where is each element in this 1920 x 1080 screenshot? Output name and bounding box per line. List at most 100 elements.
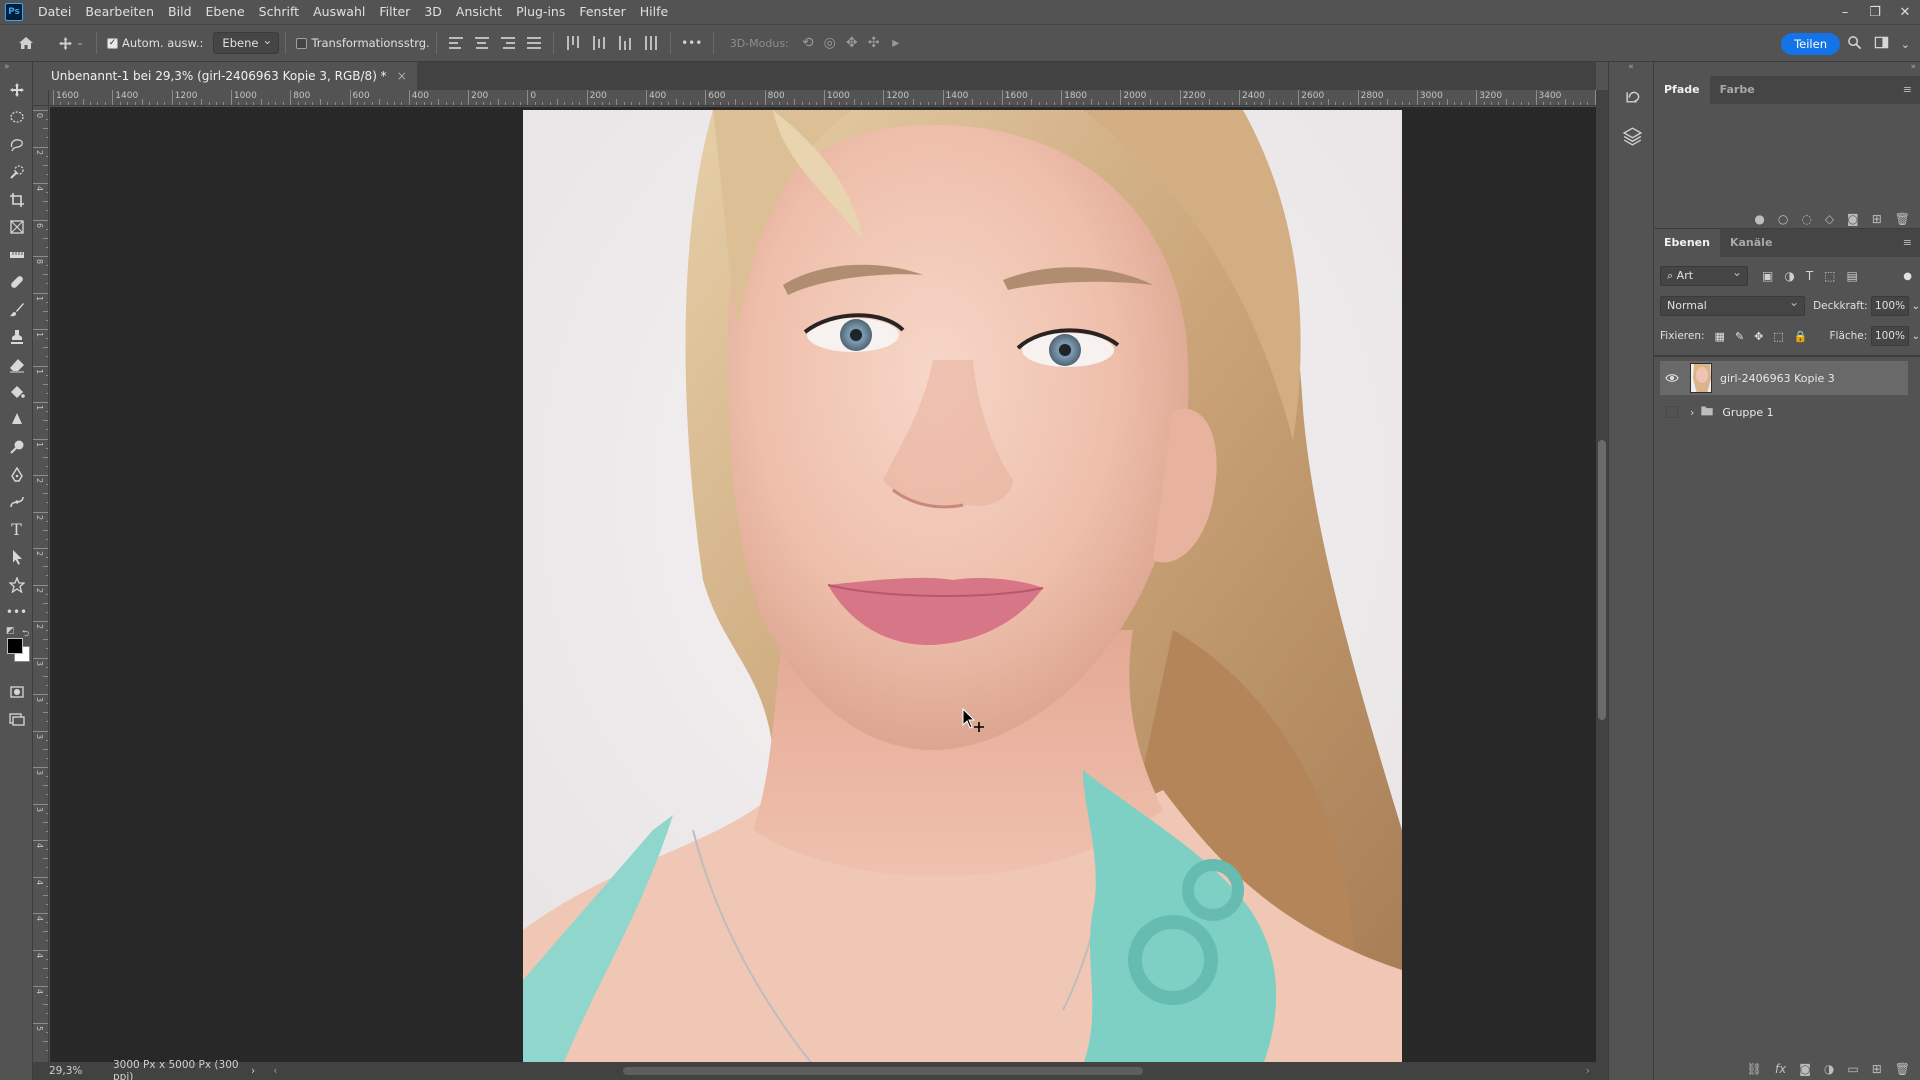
fill-path-icon[interactable]: ● [1754, 212, 1764, 226]
document-info[interactable]: 3000 Px x 5000 Px (300 ppi) [89, 1059, 247, 1080]
fill-field[interactable]: 100% [1871, 326, 1909, 346]
frame-tool-icon[interactable] [0, 214, 33, 242]
make-work-path-icon[interactable]: ◇ [1825, 212, 1834, 226]
menu-item-plugins[interactable]: Plug-ins [509, 0, 572, 24]
3d-pan-icon[interactable]: ✥ [841, 24, 863, 62]
close-window-icon[interactable]: ✕ [1890, 0, 1920, 24]
default-colors-icon[interactable]: ◩ [6, 626, 15, 636]
chevron-down-icon[interactable]: ⌄ [1912, 331, 1920, 342]
tab-pfade[interactable]: Pfade [1654, 76, 1710, 104]
visibility-empty-icon[interactable] [1660, 406, 1684, 418]
swap-colors-icon[interactable]: ⮌ [22, 626, 29, 642]
vertical-scrollbar[interactable] [1596, 90, 1608, 1062]
collapse-strip-icon[interactable]: « [1609, 62, 1653, 76]
menu-item-schrift[interactable]: Schrift [252, 0, 306, 24]
chevron-right-icon[interactable]: › [1690, 406, 1694, 419]
collapse-toolbar-icon[interactable]: » [0, 62, 32, 76]
filter-adjustment-icon[interactable]: ◑ [1784, 269, 1794, 283]
tab-ebenen[interactable]: Ebenen [1654, 229, 1720, 257]
menu-item-ansicht[interactable]: Ansicht [449, 0, 509, 24]
panel-menu-icon[interactable]: ≡ [1903, 83, 1912, 96]
search-icon[interactable] [1847, 35, 1862, 53]
move-tool-icon[interactable] [0, 76, 33, 104]
tab-kanaele[interactable]: Kanäle [1720, 229, 1782, 257]
lock-position-icon[interactable]: ✥ [1754, 330, 1763, 343]
workspace-icon[interactable] [1874, 35, 1889, 53]
align-vertical-center-icon[interactable] [586, 24, 612, 62]
add-mask-icon[interactable]: ◙ [1799, 1062, 1811, 1076]
vertical-ruler[interactable]: 0 2 4 6 8 1 1 1 1 1 2 2 2 2 2 3 3 3 3 3 4 4 4 4 4 5 [33, 106, 49, 1062]
stroke-path-icon[interactable]: ○ [1778, 212, 1788, 226]
3d-slide-icon[interactable]: ✣ [863, 24, 885, 62]
align-horizontal-center-icon[interactable] [469, 24, 495, 62]
clone-stamp-tool-icon[interactable] [0, 324, 33, 352]
foreground-color-swatch[interactable] [7, 638, 23, 654]
load-selection-icon[interactable]: ◌ [1801, 212, 1811, 226]
crop-tool-icon[interactable] [0, 186, 33, 214]
menu-item-ebene[interactable]: Ebene [199, 0, 252, 24]
filter-shape-icon[interactable]: ⬚ [1824, 269, 1835, 283]
more-options-icon[interactable]: ••• [677, 24, 707, 62]
distribute-vertical-icon[interactable] [521, 24, 547, 62]
minimize-icon[interactable]: – [1830, 0, 1860, 24]
menu-item-bild[interactable]: Bild [161, 0, 198, 24]
path-selection-tool-icon[interactable] [0, 544, 33, 572]
menu-item-hilfe[interactable]: Hilfe [633, 0, 675, 24]
chevron-right-icon[interactable]: › [251, 1065, 255, 1077]
document-tab[interactable]: Unbenannt-1 bei 29,3% (girl-2406963 Kopi… [41, 62, 417, 90]
lock-transparency-icon[interactable]: ▦ [1715, 330, 1725, 343]
filter-toggle-icon[interactable]: ● [1903, 271, 1912, 282]
zoom-level[interactable]: 29,3% [33, 1065, 89, 1077]
layer-filter-dropdown[interactable]: ⌕ Art [1660, 263, 1748, 286]
blend-mode-dropdown[interactable]: Normal [1660, 293, 1806, 316]
brush-tool-icon[interactable] [0, 296, 33, 324]
layer-row-gruppe-1[interactable]: › Gruppe 1 [1660, 395, 1920, 429]
lock-all-icon[interactable]: 🔒 [1794, 330, 1808, 343]
eraser-tool-icon[interactable] [0, 351, 33, 379]
menu-item-fenster[interactable]: Fenster [572, 0, 632, 24]
curvature-pen-tool-icon[interactable] [0, 489, 33, 517]
transform-controls-checkbox[interactable]: Transformationsstrg. [296, 36, 430, 50]
chevron-down-icon[interactable]: ⌄ [1901, 38, 1910, 51]
panel-menu-icon[interactable]: ≡ [1903, 236, 1912, 249]
layer-row-girl-kopie-3[interactable]: girl-2406963 Kopie 3 [1660, 361, 1908, 395]
ruler-origin[interactable] [33, 90, 49, 106]
layer-style-fx-icon[interactable]: fx [1775, 1062, 1786, 1076]
quick-mask-icon[interactable] [0, 678, 33, 706]
dodge-tool-icon[interactable] [0, 434, 33, 462]
share-button[interactable]: Teilen [1781, 33, 1840, 55]
align-right-icon[interactable] [495, 24, 521, 62]
visibility-eye-icon[interactable] [1660, 371, 1684, 385]
lock-pixels-icon[interactable]: ✎ [1735, 330, 1744, 343]
canvas-area[interactable] [50, 107, 1596, 1062]
marquee-tool-icon[interactable] [0, 104, 33, 132]
ruler-tool-icon[interactable] [0, 241, 33, 269]
add-mask-icon[interactable]: ◙ [1847, 212, 1859, 226]
align-left-icon[interactable] [443, 24, 469, 62]
layers-stack-icon[interactable] [1609, 116, 1655, 156]
new-group-icon[interactable]: ▭ [1847, 1062, 1858, 1076]
tab-farbe[interactable]: Farbe [1710, 76, 1765, 104]
menu-item-filter[interactable]: Filter [372, 0, 417, 24]
scroll-left-icon[interactable]: ‹ [273, 1065, 277, 1077]
filter-pixel-icon[interactable]: ▣ [1762, 269, 1773, 283]
trash-icon[interactable]: 🗑 [1895, 212, 1910, 226]
scroll-right-icon[interactable]: › [1586, 1065, 1590, 1077]
auto-select-target-dropdown[interactable]: Ebene [213, 30, 280, 54]
portrait-image[interactable] [523, 110, 1402, 1062]
adjustment-layer-icon[interactable]: ◑ [1824, 1062, 1834, 1076]
restore-icon[interactable]: ❐ [1860, 0, 1890, 24]
new-path-icon[interactable]: ⊞ [1872, 212, 1882, 226]
history-icon[interactable] [1609, 76, 1655, 116]
blur-tool-icon[interactable] [0, 406, 33, 434]
link-layers-icon[interactable]: ⛓ [1747, 1062, 1762, 1076]
custom-shape-tool-icon[interactable] [0, 571, 33, 599]
quick-selection-tool-icon[interactable] [0, 159, 33, 187]
healing-brush-tool-icon[interactable] [0, 269, 33, 297]
3d-orbit-icon[interactable]: ⟲ [797, 24, 819, 62]
collapse-panels-icon[interactable]: » [1654, 62, 1920, 76]
paint-bucket-tool-icon[interactable] [0, 379, 33, 407]
menu-item-auswahl[interactable]: Auswahl [306, 0, 372, 24]
lock-artboard-icon[interactable]: ⬚ [1773, 330, 1783, 343]
opacity-field[interactable]: 100% [1871, 296, 1909, 316]
